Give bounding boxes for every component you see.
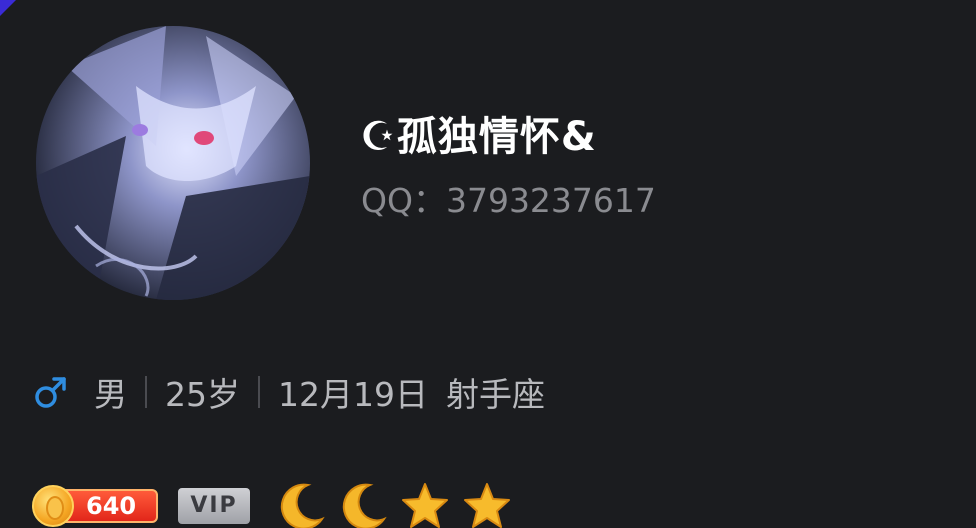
male-gender-icon [35,377,66,408]
moon-icon [342,483,387,528]
basic-info-row: 男 25岁 12月19日 射手座 [34,370,545,414]
moon-icon [280,483,325,528]
age-text: 25岁 [165,375,240,414]
coin-count: 640 [60,489,158,523]
divider [145,376,147,408]
gender-text: 男 [94,375,127,414]
nickname: ☪孤独情怀& [360,114,597,160]
vip-badge[interactable]: VIP [178,488,250,524]
qq-label: QQ： [361,181,446,220]
badge-row: 640 VIP [32,483,512,528]
coin-badge[interactable]: 640 [32,485,160,527]
profile-card: ☪孤独情怀& QQ：3793237617 男 25岁 12月19日 射手座 64… [0,0,976,528]
corner-decoration [0,0,16,16]
qq-number-line[interactable]: QQ：3793237617 [361,174,656,222]
star-icon [464,483,510,528]
birthday-text: 12月19日 [278,375,428,414]
divider [258,376,260,408]
zodiac-text: 射手座 [445,375,545,414]
avatar[interactable] [36,26,310,300]
avatar-image [36,26,310,300]
coin-icon [32,485,74,527]
qq-number: 3793237617 [445,181,656,220]
star-icon [402,483,448,528]
